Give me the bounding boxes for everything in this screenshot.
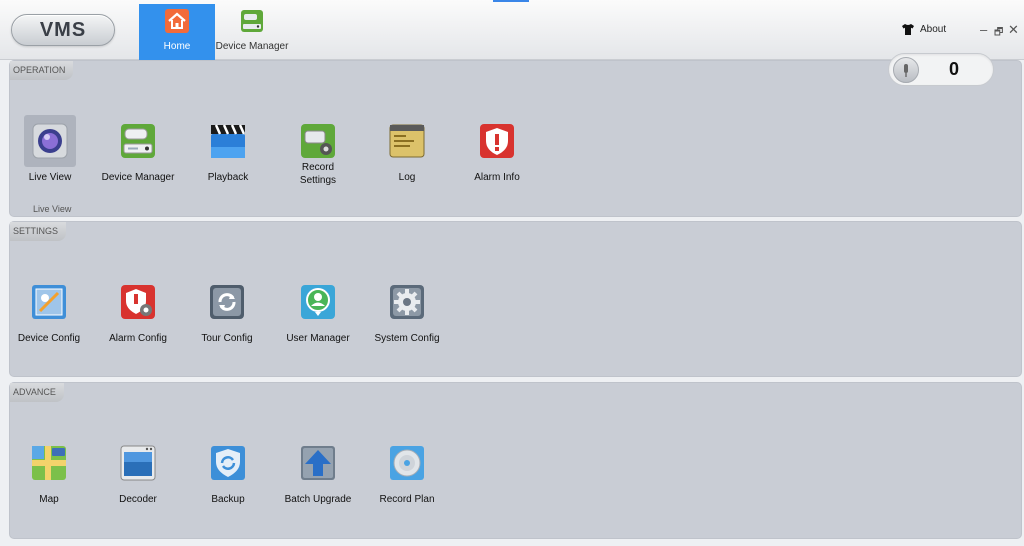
- device-manager-label: Device Manager: [101, 172, 175, 183]
- map-label: Map: [39, 494, 59, 505]
- decoder-icon: [112, 437, 164, 489]
- log-label: Log: [398, 172, 416, 183]
- batch-upgrade-label: Batch Upgrade: [284, 494, 352, 505]
- counter-value: 0: [949, 59, 960, 79]
- playback-item[interactable]: Playback: [183, 115, 273, 184]
- minimize-button[interactable]: –: [980, 22, 987, 37]
- gear-icon: [381, 276, 433, 328]
- live-view-item[interactable]: Live View: [5, 115, 95, 184]
- shirt-icon: [902, 24, 914, 35]
- system-config-label: System Config: [374, 333, 440, 344]
- live-view-label: Live View: [28, 172, 72, 183]
- about-button[interactable]: About: [902, 24, 946, 35]
- user-icon: [292, 276, 344, 328]
- user-manager-item[interactable]: User Manager: [273, 276, 363, 345]
- user-manager-label: User Manager: [286, 333, 350, 344]
- batch-upgrade-item[interactable]: Batch Upgrade: [273, 437, 363, 506]
- clapperboard-icon: [202, 115, 254, 167]
- tab-device-manager[interactable]: Device Manager: [214, 4, 290, 60]
- alarm-config-label: Alarm Config: [109, 333, 167, 344]
- section-settings: SETTINGS Device Config Alarm Config Tour…: [9, 221, 1022, 377]
- title-bar: VMS Home Device Manager About – 🗗 ✕: [0, 0, 1024, 60]
- log-item[interactable]: Log: [362, 115, 452, 184]
- decoder-label: Decoder: [119, 494, 157, 505]
- alarm-info-label: Alarm Info: [474, 172, 520, 183]
- record-plan-label: Record Plan: [379, 494, 435, 505]
- section-title-settings: SETTINGS: [10, 222, 67, 241]
- tab-home[interactable]: Home: [139, 4, 215, 60]
- record-settings-label: Record Settings: [299, 162, 337, 186]
- close-button[interactable]: ✕: [1008, 22, 1019, 38]
- tab-home-label: Home: [163, 41, 191, 52]
- disc-icon: [381, 437, 433, 489]
- device-manager-icon: [240, 9, 264, 33]
- device-manager-icon: [112, 115, 164, 167]
- map-icon: [23, 437, 75, 489]
- tour-config-label: Tour Config: [201, 333, 253, 344]
- top-accent-line: [493, 0, 529, 2]
- tour-config-item[interactable]: Tour Config: [182, 276, 272, 345]
- section-operation: OPERATION Live View Device Manager Playb…: [9, 60, 1022, 217]
- alarm-config-icon: [112, 276, 164, 328]
- device-config-item[interactable]: Device Config: [4, 276, 94, 345]
- upload-arrow-icon: [292, 437, 344, 489]
- tab-device-manager-label: Device Manager: [215, 41, 289, 52]
- alarm-info-item[interactable]: Alarm Info: [452, 115, 542, 184]
- section-title-operation: OPERATION: [10, 61, 74, 80]
- app-logo: VMS: [11, 14, 115, 46]
- restore-button[interactable]: 🗗: [994, 25, 1003, 42]
- device-manager-item[interactable]: Device Manager: [93, 115, 183, 184]
- camera-lens-icon: [24, 115, 76, 167]
- notification-counter[interactable]: 0: [888, 53, 994, 86]
- home-icon: [165, 9, 189, 33]
- system-config-item[interactable]: System Config: [362, 276, 452, 345]
- device-config-label: Device Config: [17, 333, 81, 344]
- selected-item-hint: Live View: [33, 204, 72, 214]
- backup-icon: [202, 437, 254, 489]
- backup-item[interactable]: Backup: [183, 437, 273, 506]
- tour-refresh-icon: [201, 276, 253, 328]
- about-label: About: [920, 24, 947, 35]
- map-item[interactable]: Map: [4, 437, 94, 506]
- playback-label: Playback: [207, 172, 249, 183]
- log-icon: [381, 115, 433, 167]
- record-settings-icon: [292, 115, 344, 167]
- section-title-advance: ADVANCE: [10, 383, 64, 402]
- microphone-icon: [893, 57, 919, 83]
- decoder-item[interactable]: Decoder: [93, 437, 183, 506]
- record-plan-item[interactable]: Record Plan: [362, 437, 452, 506]
- record-settings-item[interactable]: Record Settings: [273, 115, 363, 187]
- backup-label: Backup: [211, 494, 245, 505]
- section-advance: ADVANCE Map Decoder Backup Batch Upgrade…: [9, 382, 1022, 539]
- device-config-icon: [23, 276, 75, 328]
- alarm-config-item[interactable]: Alarm Config: [93, 276, 183, 345]
- alarm-shield-icon: [471, 115, 523, 167]
